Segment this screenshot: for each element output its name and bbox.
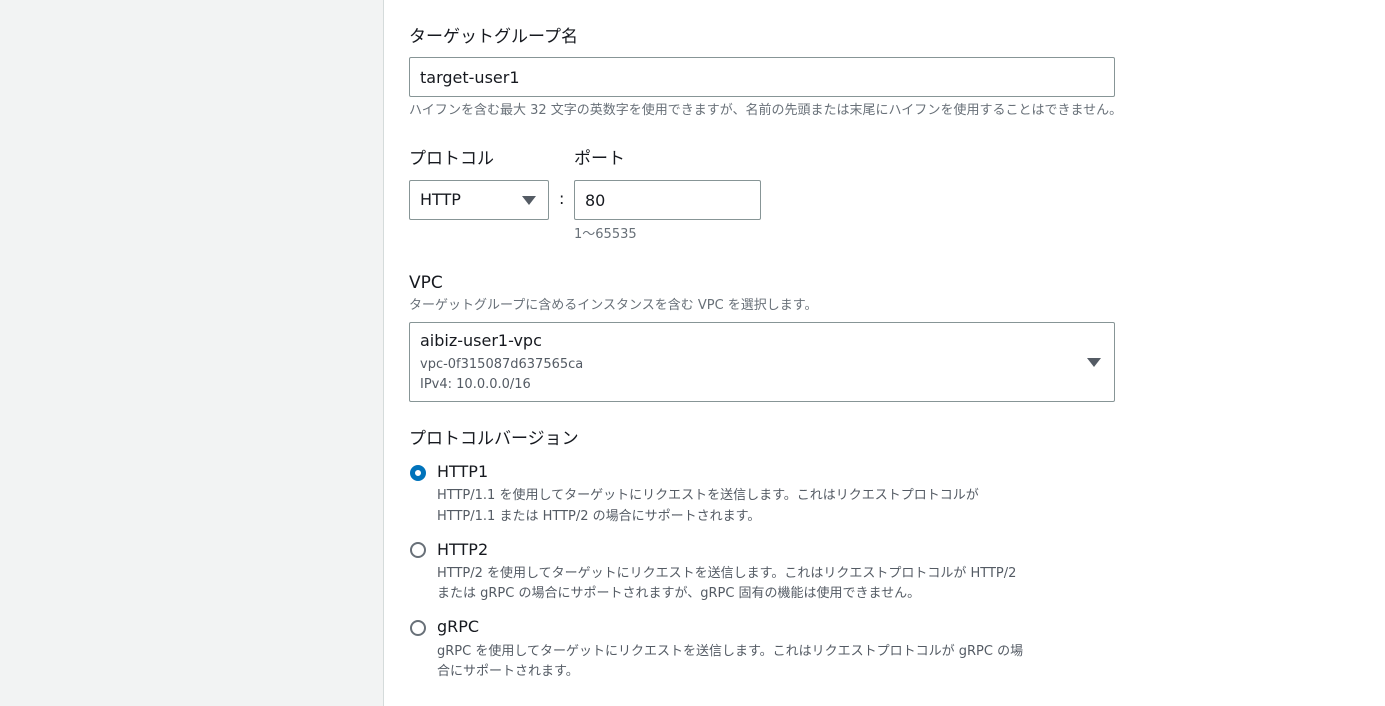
protocol-selected-value: HTTP (420, 190, 461, 209)
radio-http1-title[interactable]: HTTP1 (437, 462, 488, 482)
protocol-label: プロトコル (409, 149, 494, 169)
form-panel: ターゲットグループ名 ハイフンを含む最大 32 文字の英数字を使用できますが、名… (383, 0, 1385, 706)
vpc-selected-cidr: IPv4: 10.0.0.0/16 (420, 377, 531, 392)
vpc-label: VPC (409, 273, 443, 293)
radio-grpc-desc-line2: 合にサポートされます。 (437, 664, 579, 679)
radio-http2-desc-line2: または gRPC の場合にサポートされますが、gRPC 固有の機能は使用できませ… (437, 586, 921, 601)
vpc-hint: ターゲットグループに含めるインスタンスを含む VPC を選択します。 (409, 298, 818, 313)
radio-grpc[interactable] (410, 620, 426, 636)
radio-grpc-desc-line1: gRPC を使用してターゲットにリクエストを送信します。これはリクエストプロトコ… (437, 644, 1024, 659)
caret-down-icon (1087, 358, 1101, 367)
port-label: ポート (574, 149, 625, 169)
target-group-name-hint: ハイフンを含む最大 32 文字の英数字を使用できますが、名前の先頭または末尾にハ… (409, 103, 1123, 118)
radio-http1-desc-line1: HTTP/1.1 を使用してターゲットにリクエストを送信します。これはリクエスト… (437, 488, 979, 503)
protocol-version-label: プロトコルバージョン (409, 429, 579, 449)
protocol-select[interactable]: HTTP (409, 180, 549, 220)
protocol-port-separator: : (559, 189, 565, 208)
radio-http2-title[interactable]: HTTP2 (437, 540, 488, 560)
target-group-name-input[interactable] (409, 57, 1115, 97)
vpc-selected-id: vpc-0f315087d637565ca (420, 357, 584, 372)
port-input[interactable] (574, 180, 761, 220)
radio-http1-desc-line2: HTTP/1.1 または HTTP/2 の場合にサポートされます。 (437, 509, 761, 524)
vpc-selected-name: aibiz-user1-vpc (420, 331, 542, 350)
radio-http2[interactable] (410, 542, 426, 558)
port-hint: 1〜65535 (574, 227, 637, 242)
caret-down-icon (522, 196, 536, 205)
left-gutter (0, 0, 383, 706)
radio-http2-desc-line1: HTTP/2 を使用してターゲットにリクエストを送信します。これはリクエストプロ… (437, 566, 1017, 581)
vpc-select[interactable]: aibiz-user1-vpc vpc-0f315087d637565ca IP… (409, 322, 1115, 402)
radio-http1[interactable] (410, 465, 426, 481)
target-group-name-label: ターゲットグループ名 (409, 27, 578, 47)
radio-grpc-title[interactable]: gRPC (437, 617, 479, 637)
